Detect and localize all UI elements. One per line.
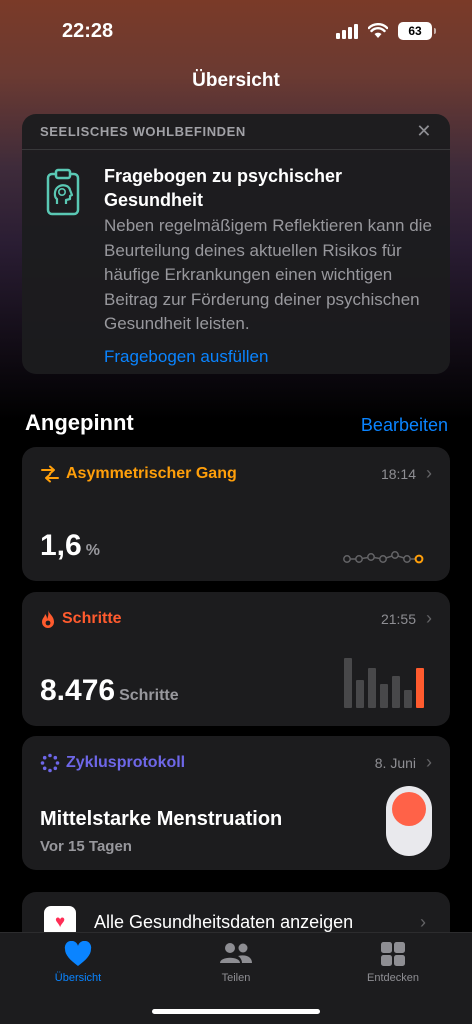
gait-label: Asymmetrischer Gang: [66, 464, 237, 482]
edit-pinned-button[interactable]: Bearbeiten: [361, 415, 448, 436]
status-time: 22:28: [62, 20, 114, 42]
steps-time: 21:55: [380, 610, 416, 627]
cycle-flow-subtitle: Vor 15 Tagen: [40, 838, 132, 855]
gait-sparkline: [343, 551, 424, 564]
steps-card-header: Schritte 21:55 ›: [40, 608, 432, 629]
cycle-tracking-card[interactable]: Zyklusprotokoll 8. Juni › Mittelstarke M…: [22, 736, 450, 870]
tab-browse-label: Entdecken: [367, 972, 419, 984]
gait-label-group: Asymmetrischer Gang: [40, 464, 237, 484]
mental-health-card-body: Fragebogen zu psychischer Gesundheit Neb…: [22, 150, 450, 367]
clipboard-head-icon: [46, 168, 80, 216]
gait-time: 18:14: [380, 465, 416, 482]
chevron-right-icon: ›: [426, 752, 432, 772]
steps-label: Schritte: [62, 609, 122, 627]
steps-label-group: Schritte: [40, 609, 122, 629]
tab-sharing-label: Teilen: [221, 972, 251, 984]
fill-questionnaire-link[interactable]: Fragebogen ausfüllen: [104, 347, 432, 367]
gait-asymmetry-card[interactable]: Asymmetrischer Gang 18:14 › 1,6 %: [22, 447, 450, 581]
steps-value: 8.476: [40, 674, 116, 707]
steps-value-group: 8.476 Schritte: [40, 674, 179, 708]
mental-health-text: Fragebogen zu psychischer Gesundheit Neb…: [104, 164, 432, 367]
status-bar: 22:28 63: [0, 0, 472, 64]
tab-sharing[interactable]: Teilen: [186, 941, 286, 984]
chevron-right-icon: ›: [426, 608, 432, 628]
steps-meta: 21:55 ›: [381, 608, 432, 629]
gait-unit: %: [85, 542, 100, 559]
tab-summary-label: Übersicht: [54, 972, 102, 984]
mental-health-card-header: SEELISCHES WOHLBEFINDEN ✕: [22, 114, 450, 150]
cycle-label: Zyklusprotokoll: [66, 753, 186, 771]
gait-meta: 18:14 ›: [381, 463, 432, 484]
cycle-flow-indicator: [386, 786, 432, 856]
mental-health-section-label: SEELISCHES WOHLBEFINDEN: [40, 124, 246, 139]
mental-health-description: Neben regelmäßigem Reflektieren kann die…: [104, 216, 432, 333]
mental-health-card[interactable]: SEELISCHES WOHLBEFINDEN ✕ Fragebogen zu …: [22, 114, 450, 374]
cycle-date: 8. Juni: [374, 754, 416, 771]
mental-health-title: Fragebogen zu psychischer Gesundheit: [104, 166, 343, 210]
gait-value: 1,6: [40, 529, 82, 562]
home-indicator[interactable]: [152, 1009, 320, 1014]
cycle-card-header: Zyklusprotokoll 8. Juni ›: [40, 752, 432, 773]
wifi-icon: [368, 23, 388, 38]
pinned-section-title: Angepinnt: [25, 410, 134, 435]
cycle-label-group: Zyklusprotokoll: [40, 753, 185, 773]
flame-icon: [42, 609, 54, 628]
gait-arrows-icon: [41, 465, 59, 482]
page-title: Übersicht: [192, 70, 280, 91]
people-icon: [220, 943, 252, 963]
cycle-flow-title: Mittelstarke Menstruation: [40, 808, 283, 830]
cellular-signal-icon: [336, 23, 358, 39]
status-icons: 63: [336, 22, 436, 40]
steps-bar-chart: [344, 658, 424, 708]
close-icon[interactable]: ✕: [416, 121, 432, 142]
steps-card[interactable]: Schritte 21:55 › 8.476 Schritte: [22, 592, 450, 726]
tab-browse[interactable]: Entdecken: [343, 941, 443, 984]
cycle-dots-icon: [40, 753, 60, 772]
gait-value-group: 1,6 %: [40, 529, 100, 563]
chevron-right-icon: ›: [426, 463, 432, 483]
cycle-meta: 8. Juni ›: [375, 752, 432, 773]
tab-summary[interactable]: Übersicht: [28, 941, 128, 984]
battery-icon: 63: [398, 22, 436, 40]
heart-icon: [64, 941, 92, 966]
all-data-label: Alle Gesundheitsdaten anzeigen: [94, 911, 354, 932]
grid-icon: [381, 942, 405, 966]
steps-unit: Schritte: [119, 687, 179, 704]
chevron-right-icon: ›: [420, 911, 426, 932]
flow-dot-icon: [392, 792, 426, 826]
gait-card-header: Asymmetrischer Gang 18:14 ›: [40, 463, 432, 484]
